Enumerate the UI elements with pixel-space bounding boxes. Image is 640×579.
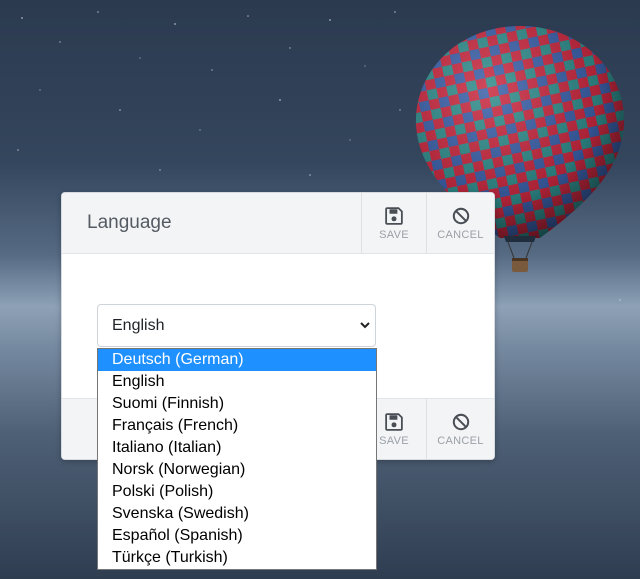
language-option-highlighted[interactable]: Deutsch (German) (98, 349, 376, 371)
language-options-list: Deutsch (German) English Suomi (Finnish)… (97, 348, 377, 570)
save-button[interactable]: SAVE (361, 193, 426, 253)
footer-cancel-button-label: CANCEL (437, 435, 484, 447)
chevron-down-icon (360, 322, 370, 329)
language-option[interactable]: Italiano (Italian) (98, 437, 376, 459)
cancel-button-label: CANCEL (437, 229, 484, 241)
dialog-header: Language SAVE CANCEL (62, 193, 494, 254)
ban-icon (452, 207, 469, 225)
language-option[interactable]: Polski (Polish) (98, 481, 376, 503)
language-option[interactable]: Español (Spanish) (98, 525, 376, 547)
language-option[interactable]: Suomi (Finnish) (98, 393, 376, 415)
save-button-label: SAVE (379, 229, 409, 241)
ban-icon (452, 413, 469, 431)
floppy-disk-icon (385, 207, 403, 225)
language-option[interactable]: Norsk (Norwegian) (98, 459, 376, 481)
language-option[interactable]: Français (French) (98, 415, 376, 437)
dialog-title: Language (87, 212, 172, 233)
floppy-disk-icon (385, 413, 403, 431)
language-option[interactable]: Türkçe (Turkish) (98, 547, 376, 569)
cancel-button[interactable]: CANCEL (426, 193, 494, 253)
footer-cancel-button[interactable]: CANCEL (426, 399, 494, 459)
language-option[interactable]: English (98, 371, 376, 393)
language-select-value: English (112, 316, 165, 334)
language-select[interactable]: English (97, 304, 376, 347)
language-option[interactable]: Svenska (Swedish) (98, 503, 376, 525)
footer-save-button-label: SAVE (379, 435, 409, 447)
